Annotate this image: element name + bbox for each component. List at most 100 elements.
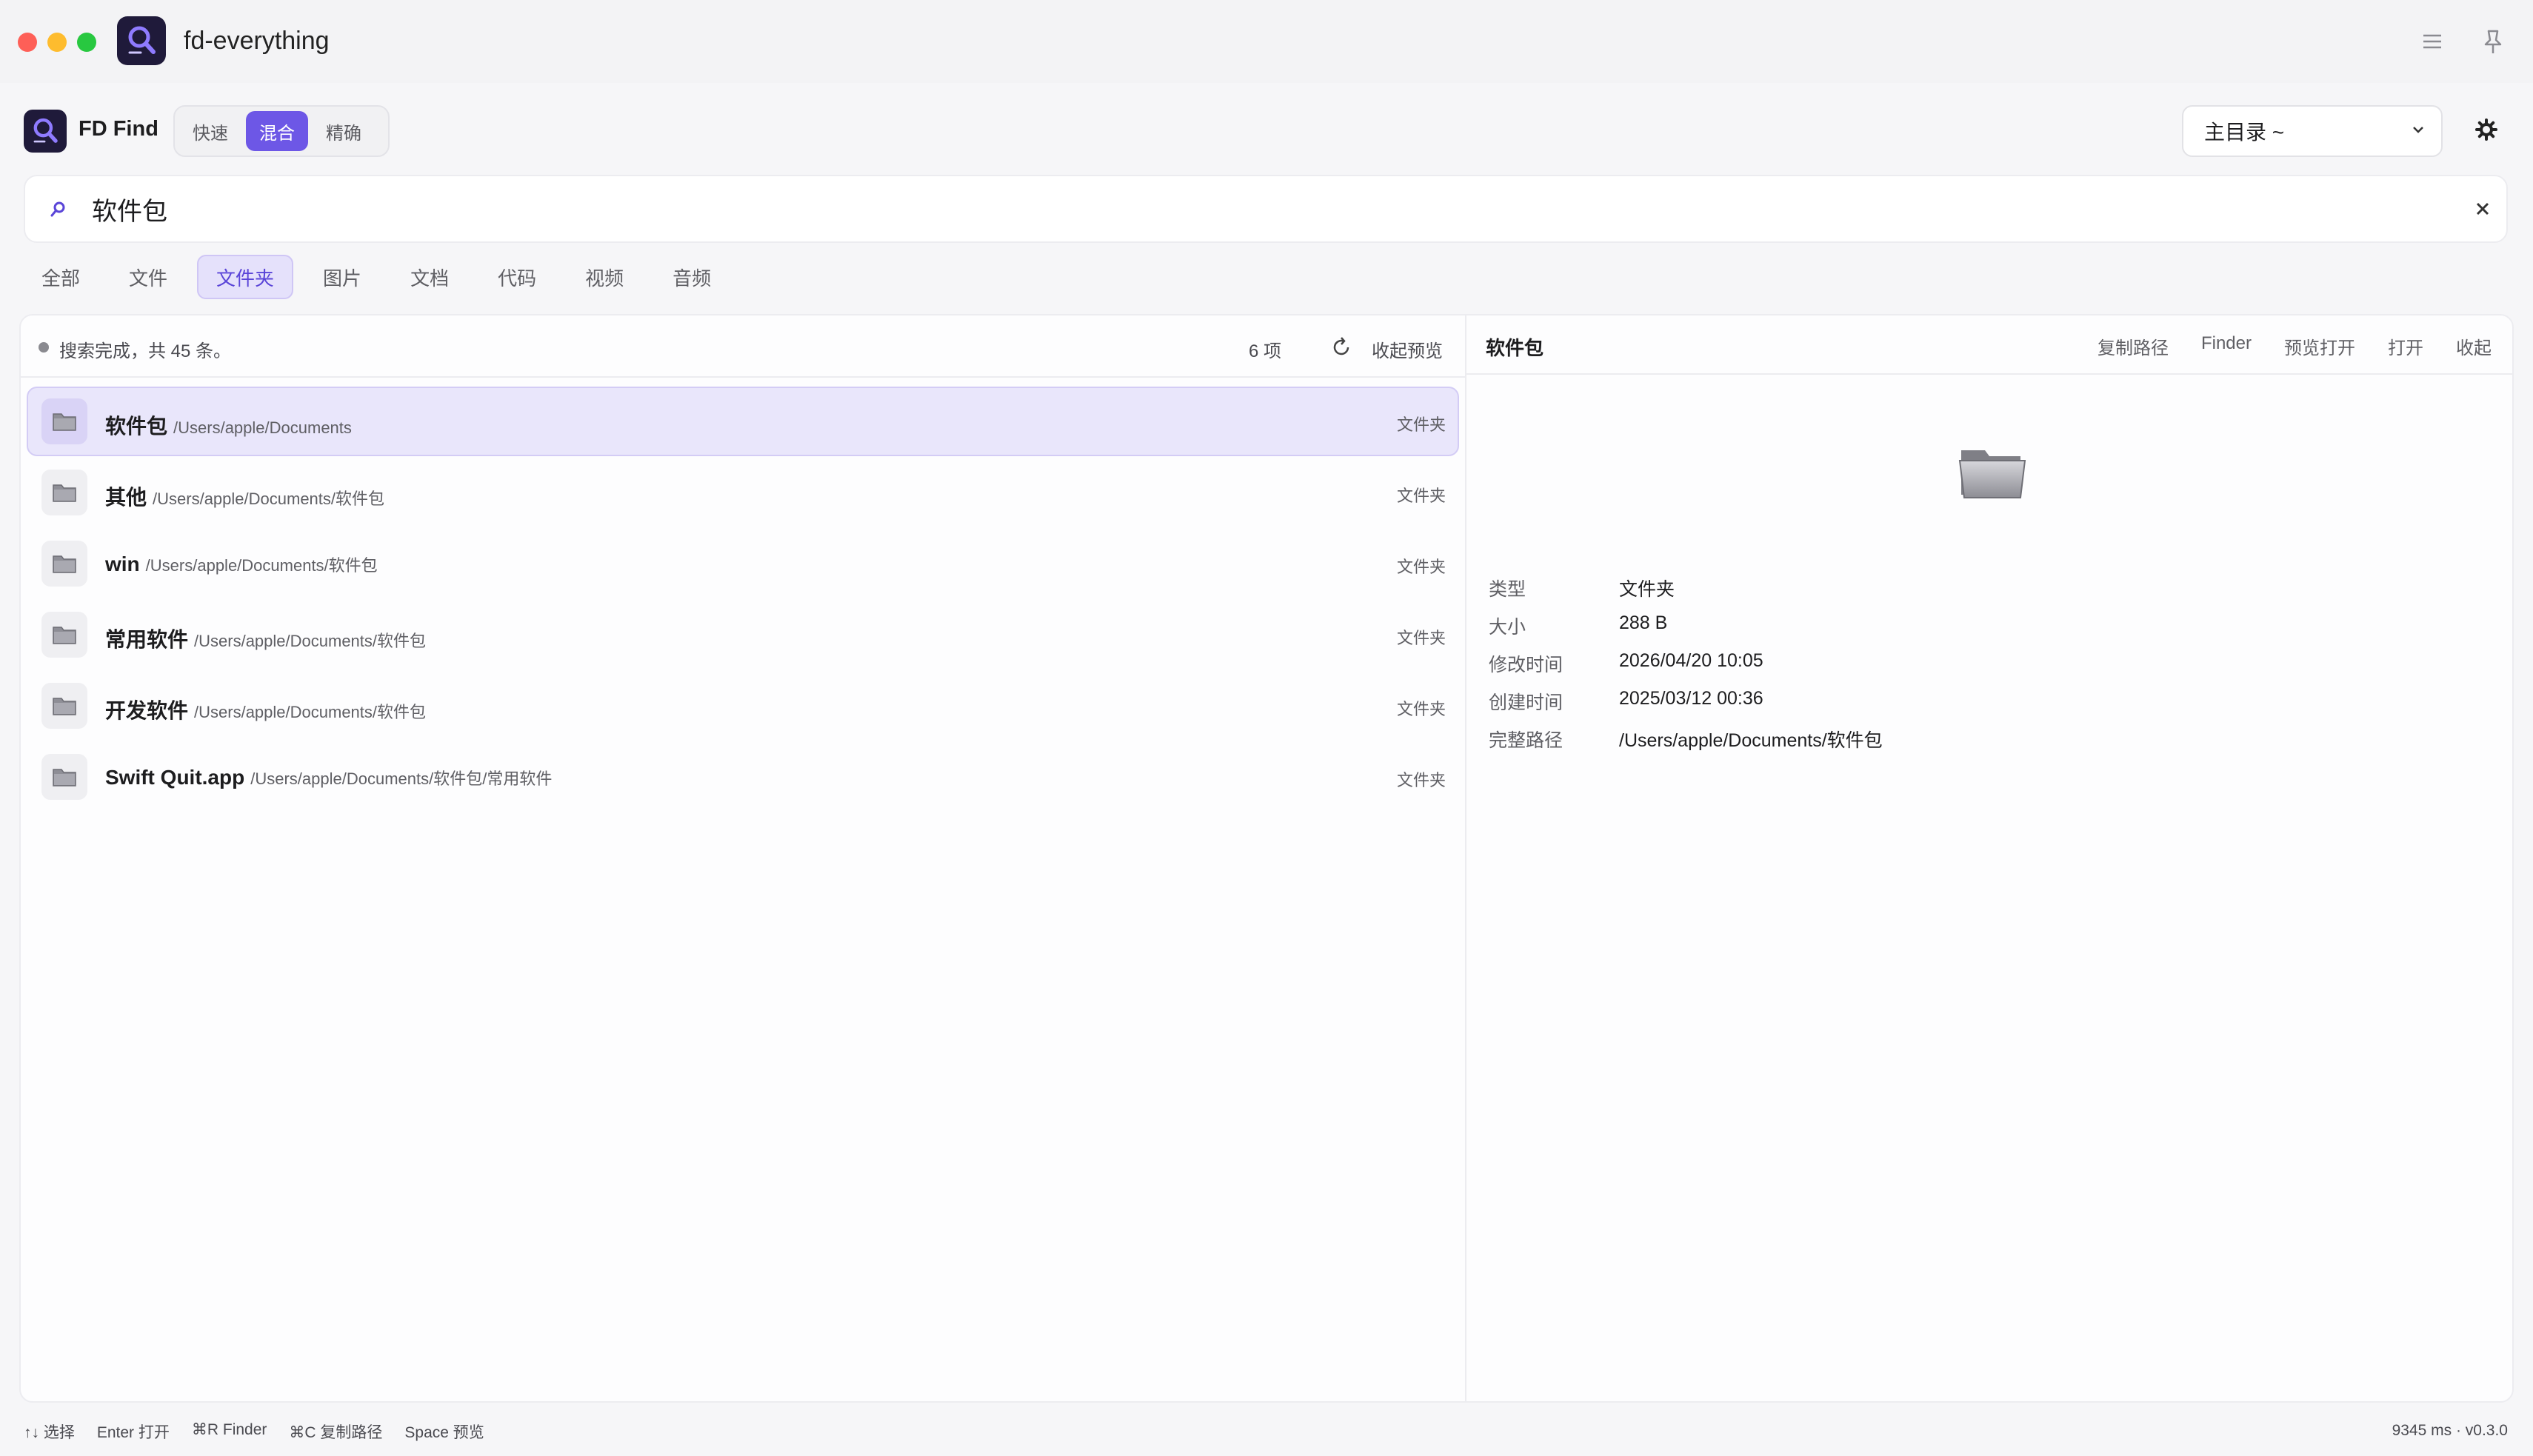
result-type: 文件夹 bbox=[1396, 771, 1446, 789]
window-minimize-button[interactable] bbox=[47, 33, 67, 52]
info-value: 文件夹 bbox=[1619, 579, 1675, 600]
result-path: /Users/apple/Documents/软件包 bbox=[153, 490, 385, 508]
folder-icon bbox=[1955, 434, 2029, 508]
result-row[interactable]: 开发软件/Users/apple/Documents/软件包 文件夹 bbox=[27, 671, 1459, 741]
window-maximize-button[interactable] bbox=[77, 33, 96, 52]
keyboard-hints: ↑↓ 选择 Enter 打开 ⌘R Finder ⌘C 复制路径 Space 预… bbox=[24, 1420, 484, 1443]
info-key: 完整路径 bbox=[1489, 730, 1563, 751]
mode-mixed-button[interactable]: 混合 bbox=[246, 111, 308, 151]
file-info-table: 类型 文件夹 大小 288 B 修改时间 2026/04/20 10:05 创建… bbox=[1489, 575, 1883, 764]
open-button[interactable]: 打开 bbox=[2388, 333, 2423, 359]
info-key: 创建时间 bbox=[1489, 692, 1563, 713]
result-type: 文件夹 bbox=[1396, 629, 1446, 647]
search-icon bbox=[44, 197, 70, 222]
folder-icon bbox=[41, 754, 87, 800]
result-row[interactable]: 软件包/Users/apple/Documents 文件夹 bbox=[27, 387, 1459, 456]
hint-copy-path: ⌘C 复制路径 bbox=[289, 1424, 383, 1441]
result-name: Swift Quit.app/Users/apple/Documents/软件包… bbox=[105, 766, 552, 789]
hint-finder: ⌘R Finder bbox=[191, 1421, 267, 1438]
info-row-modified: 修改时间 2026/04/20 10:05 bbox=[1489, 650, 1883, 688]
tab-all[interactable]: 全部 bbox=[22, 255, 99, 299]
window-close-button[interactable] bbox=[18, 33, 37, 52]
result-name-text: 常用软件 bbox=[105, 628, 189, 651]
info-key: 修改时间 bbox=[1489, 655, 1563, 675]
result-path: /Users/apple/Documents/软件包 bbox=[194, 632, 427, 650]
result-name-text: 其他 bbox=[105, 486, 147, 509]
mode-exact-button[interactable]: 精确 bbox=[313, 111, 375, 151]
result-row[interactable]: 常用软件/Users/apple/Documents/软件包 文件夹 bbox=[27, 600, 1459, 669]
folder-icon bbox=[41, 398, 87, 444]
title-bar: fd-everything bbox=[0, 0, 2533, 83]
folder-icon bbox=[41, 470, 87, 515]
search-input[interactable] bbox=[92, 187, 2388, 231]
preview-panel: 软件包 复制路径 Finder 预览打开 打开 收起 类型 文件夹 大小 288… bbox=[1465, 314, 2514, 1403]
info-row-full-path: 完整路径 /Users/apple/Documents/软件包 bbox=[1489, 726, 1883, 764]
copy-path-button[interactable]: 复制路径 bbox=[2098, 333, 2169, 359]
result-row[interactable]: 其他/Users/apple/Documents/软件包 文件夹 bbox=[27, 458, 1459, 527]
hint-select: ↑↓ 选择 bbox=[24, 1424, 75, 1441]
results-status-bar: 搜索完成，共 45 条。 6 项 收起预览 bbox=[21, 315, 1465, 378]
tab-folders[interactable]: 文件夹 bbox=[197, 255, 294, 299]
status-dot bbox=[39, 342, 49, 353]
folder-icon bbox=[41, 541, 87, 587]
tab-code[interactable]: 代码 bbox=[478, 255, 555, 299]
info-value: 2025/03/12 00:36 bbox=[1619, 688, 1763, 709]
search-scope-select[interactable]: 主目录 ~ bbox=[2182, 105, 2443, 157]
search-bar bbox=[24, 175, 2508, 243]
hint-open: Enter 打开 bbox=[96, 1424, 170, 1441]
quick-look-button[interactable]: 预览打开 bbox=[2284, 333, 2355, 359]
result-path: /Users/apple/Documents/软件包 bbox=[145, 556, 378, 575]
pin-icon[interactable] bbox=[2480, 27, 2506, 56]
tab-files[interactable]: 文件 bbox=[110, 255, 187, 299]
info-value: 288 B bbox=[1619, 612, 1668, 633]
result-type: 文件夹 bbox=[1396, 487, 1446, 505]
clear-search-icon[interactable] bbox=[2469, 196, 2496, 222]
result-type: 文件夹 bbox=[1396, 700, 1446, 718]
result-path: /Users/apple/Documents/软件包/常用软件 bbox=[250, 769, 553, 788]
preview-actions: 复制路径 Finder 预览打开 打开 收起 bbox=[2098, 333, 2492, 359]
brand-name: FD Find bbox=[79, 117, 158, 141]
folder-icon bbox=[41, 612, 87, 658]
chevron-down-icon bbox=[2410, 119, 2426, 143]
result-type: 文件夹 bbox=[1396, 558, 1446, 576]
result-name: 软件包/Users/apple/Documents bbox=[105, 410, 352, 440]
result-name: 开发软件/Users/apple/Documents/软件包 bbox=[105, 695, 426, 724]
tab-images[interactable]: 图片 bbox=[304, 255, 381, 299]
info-key: 类型 bbox=[1489, 579, 1526, 600]
search-mode-segmented-control: 快速 混合 精确 bbox=[173, 105, 390, 157]
brand-logo-icon bbox=[24, 110, 67, 153]
result-name: 常用软件/Users/apple/Documents/软件包 bbox=[105, 624, 426, 653]
result-type: 文件夹 bbox=[1396, 415, 1446, 434]
result-name: win/Users/apple/Documents/软件包 bbox=[105, 552, 378, 576]
menu-icon[interactable] bbox=[2419, 28, 2446, 55]
reveal-in-finder-button[interactable]: Finder bbox=[2201, 333, 2252, 359]
collapse-preview-button[interactable]: 收起预览 bbox=[1372, 336, 1443, 362]
info-value: /Users/apple/Documents/软件包 bbox=[1619, 730, 1883, 751]
collapse-button[interactable]: 收起 bbox=[2456, 333, 2492, 359]
info-row-created: 创建时间 2025/03/12 00:36 bbox=[1489, 688, 1883, 726]
tab-video[interactable]: 视频 bbox=[566, 255, 643, 299]
result-name-text: Swift Quit.app bbox=[105, 766, 245, 789]
category-tabs: 全部 文件 文件夹 图片 文档 代码 视频 音频 bbox=[22, 255, 730, 299]
result-path: /Users/apple/Documents bbox=[173, 418, 352, 437]
result-row[interactable]: win/Users/apple/Documents/软件包 文件夹 bbox=[27, 529, 1459, 598]
app-logo-icon bbox=[117, 16, 166, 65]
tab-audio[interactable]: 音频 bbox=[653, 255, 730, 299]
tab-documents[interactable]: 文档 bbox=[391, 255, 468, 299]
info-key: 大小 bbox=[1489, 617, 1526, 638]
refresh-icon[interactable] bbox=[1329, 335, 1354, 360]
result-count: 6 项 bbox=[1249, 341, 1282, 361]
window-title: fd-everything bbox=[184, 27, 330, 55]
mode-fast-button[interactable]: 快速 bbox=[179, 111, 241, 151]
result-name: 其他/Users/apple/Documents/软件包 bbox=[105, 481, 384, 511]
search-scope-value: 主目录 ~ bbox=[2204, 121, 2285, 144]
result-name-text: 软件包 bbox=[105, 415, 168, 438]
result-row[interactable]: Swift Quit.app/Users/apple/Documents/软件包… bbox=[27, 742, 1459, 812]
result-name-text: win bbox=[105, 552, 140, 575]
result-name-text: 开发软件 bbox=[105, 699, 189, 722]
info-row-size: 大小 288 B bbox=[1489, 612, 1883, 650]
preview-header: 软件包 复制路径 Finder 预览打开 打开 收起 bbox=[1466, 315, 2512, 375]
results-panel: 搜索完成，共 45 条。 6 项 收起预览 软件包/Users/apple/Do… bbox=[19, 314, 1466, 1403]
info-row-type: 类型 文件夹 bbox=[1489, 575, 1883, 612]
gear-icon[interactable] bbox=[2474, 117, 2499, 142]
